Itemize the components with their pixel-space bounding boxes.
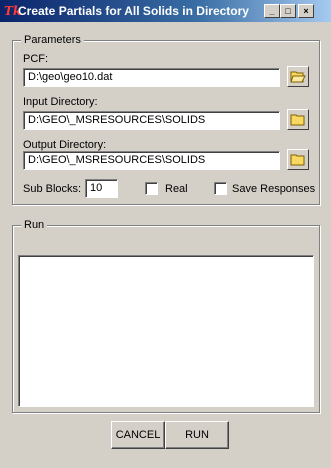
open-folder-icon — [290, 71, 306, 83]
save-responses-label: Save Responses — [232, 183, 316, 195]
window-title: Create Partials for All Solids in Direct… — [18, 4, 249, 18]
close-button[interactable]: × — [298, 4, 314, 18]
pcf-label: PCF: — [23, 53, 49, 65]
input-directory-field[interactable]: D:\GEO\_MSRESOURCES\SOLIDS — [23, 111, 280, 130]
folder-icon — [290, 114, 305, 126]
real-label: Real — [165, 183, 188, 195]
pcf-browse-button[interactable] — [287, 66, 309, 87]
maximize-button[interactable]: □ — [280, 4, 296, 18]
sub-blocks-label: Sub Blocks: — [23, 183, 82, 195]
parameters-legend: Parameters — [21, 34, 84, 46]
output-directory-field[interactable]: D:\GEO\_MSRESOURCES\SOLIDS — [23, 151, 280, 170]
output-directory-label: Output Directory: — [23, 139, 107, 151]
minimize-button[interactable]: _ — [264, 4, 280, 18]
pcf-field[interactable]: D:\geo\geo10.dat — [23, 68, 280, 87]
run-legend: Run — [21, 219, 48, 231]
input-directory-browse-button[interactable] — [287, 109, 309, 130]
save-responses-checkbox[interactable] — [214, 182, 227, 195]
input-directory-label: Input Directory: — [23, 96, 98, 108]
run-log-area[interactable] — [18, 255, 314, 407]
folder-icon — [290, 154, 305, 166]
cancel-button[interactable]: CANCEL — [111, 421, 165, 449]
output-directory-browse-button[interactable] — [287, 149, 309, 170]
real-checkbox[interactable] — [145, 182, 158, 195]
run-button[interactable]: RUN — [165, 421, 229, 449]
sub-blocks-field[interactable]: 10 — [85, 179, 118, 198]
title-bar[interactable]: Tk Create Partials for All Solids in Dir… — [0, 0, 331, 22]
